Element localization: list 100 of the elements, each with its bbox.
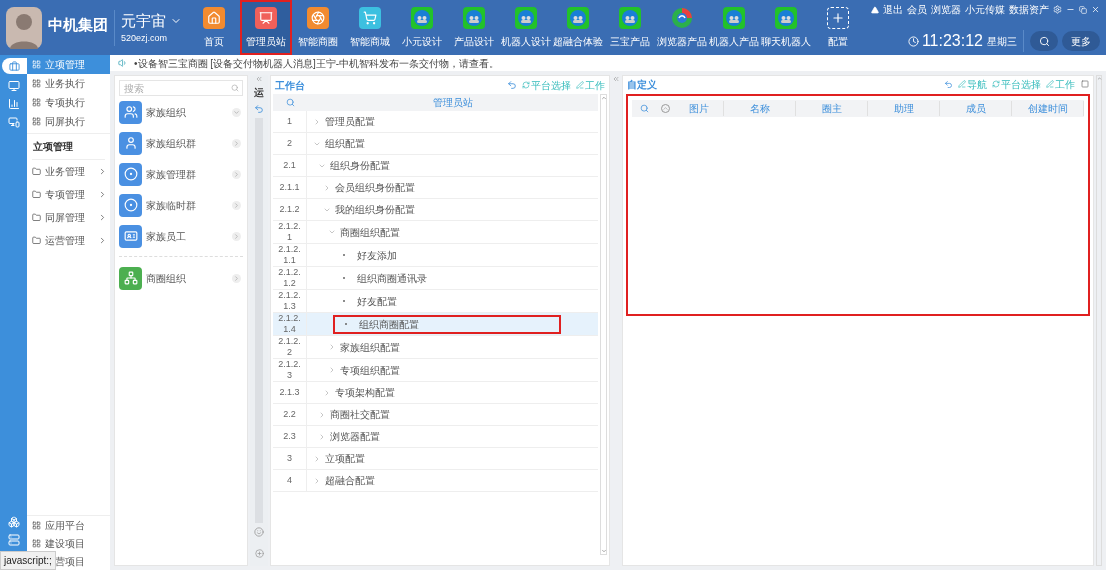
tree-row[interactable]: 2.1 组织身份配置	[273, 155, 598, 177]
settings-icon[interactable]	[1053, 5, 1062, 14]
back-icon[interactable]	[507, 80, 517, 90]
chevron-down-icon[interactable]	[328, 228, 336, 236]
nav-item[interactable]: 产品设计	[448, 0, 500, 55]
chevron-right-icon[interactable]	[313, 476, 321, 485]
tree-row[interactable]: 3 立项配置	[273, 448, 598, 470]
scrollbar[interactable]	[600, 94, 607, 555]
chevron-right-icon[interactable]	[318, 410, 326, 419]
chart-icon[interactable]	[7, 98, 20, 110]
sidebar-group[interactable]: 业务管理	[27, 160, 110, 183]
sidebar-item[interactable]: 应用平台	[27, 516, 110, 534]
tree-row[interactable]: 2.2 商圈社交配置	[273, 404, 598, 426]
sort-icon[interactable]	[660, 104, 670, 113]
briefcase-icon[interactable]	[2, 58, 27, 74]
sidebar-group[interactable]: 专项管理	[27, 183, 110, 206]
tree-row[interactable]: 2.1.1 会员组织身份配置	[273, 177, 598, 199]
tree-row[interactable]: 1 管理员配置	[273, 111, 598, 133]
more-button[interactable]: 更多	[1062, 31, 1100, 51]
top-link[interactable]: 小元传媒	[965, 2, 1005, 17]
org-item[interactable]: 家族员工	[119, 221, 243, 251]
chevron-right-icon[interactable]	[323, 183, 331, 192]
top-link[interactable]: 会员	[907, 2, 927, 17]
nav-item[interactable]: 小元设计	[396, 0, 448, 55]
top-link[interactable]: 数据资产	[1009, 2, 1049, 17]
expand-icon[interactable]	[232, 169, 241, 179]
tree-row[interactable]: 2.1.2.3 专项组织配置	[273, 359, 598, 382]
sidebar-item[interactable]: 同屏执行	[27, 112, 110, 131]
tree-row[interactable]: 2 组织配置	[273, 133, 598, 155]
org-item[interactable]: 商圈组织	[119, 263, 243, 293]
expand-icon[interactable]	[232, 138, 241, 148]
nav-item[interactable]: 三宝产品	[604, 0, 656, 55]
scroll-up-icon[interactable]	[600, 95, 607, 101]
sidebar-heading: 立项管理	[32, 140, 74, 154]
sidebar-group[interactable]: 运营管理	[27, 229, 110, 252]
tree-row[interactable]: 4 超融合配置	[273, 470, 598, 492]
org-item[interactable]: 家族临时群	[119, 190, 243, 220]
chevron-right-icon[interactable]	[318, 432, 326, 441]
nav-item[interactable]: 机器人设计	[500, 0, 552, 55]
tree-row[interactable]: 2.1.2.2 家族组织配置	[273, 336, 598, 359]
expand-icon[interactable]	[232, 231, 241, 241]
chevron-right-icon[interactable]	[328, 343, 336, 351]
chevron-right-icon[interactable]	[313, 117, 321, 126]
expand-icon[interactable]	[232, 200, 241, 210]
nav-item[interactable]: 智能商圈	[292, 0, 344, 55]
brand-name: 中机集团	[48, 15, 108, 35]
nav-item[interactable]: 配置	[812, 0, 864, 55]
close-icon[interactable]	[1091, 5, 1100, 14]
scrollbar[interactable]	[1096, 75, 1102, 566]
monitor-icon[interactable]	[7, 80, 20, 92]
org-item[interactable]: 家族组织	[119, 97, 243, 127]
server-icon[interactable]	[7, 534, 20, 546]
search-icon[interactable]	[639, 104, 649, 113]
search-field[interactable]: 搜索	[119, 80, 243, 96]
expand-icon[interactable]	[232, 107, 241, 117]
back-icon[interactable]	[254, 104, 264, 114]
scroll-up-icon[interactable]	[1096, 76, 1102, 81]
sidebar-item[interactable]: 业务执行	[27, 74, 110, 93]
tree-row[interactable]: 2.1.2.1.1 好友添加	[273, 244, 598, 267]
top-link[interactable]: 浏览器	[931, 2, 961, 17]
tree-row[interactable]: 2.1.2 我的组织身份配置	[273, 199, 598, 221]
tree-row[interactable]: 2.1.2.1.2 组织商圈通讯录	[273, 267, 598, 290]
sidebar-group[interactable]: 同屏管理	[27, 206, 110, 229]
nav-item[interactable]: 浏览器产品	[656, 0, 708, 55]
tree-row[interactable]: 2.1.3 专项架构配置	[273, 382, 598, 404]
boxes-icon[interactable]	[7, 516, 20, 528]
nav-item[interactable]: 机器人产品	[708, 0, 760, 55]
tree-row[interactable]: 2.1.2.1 商圈组织配置	[273, 221, 598, 244]
nav-item[interactable]: 智能商城	[344, 0, 396, 55]
chevron-right-icon[interactable]	[328, 366, 336, 374]
nav-item[interactable]: 聊天机器人	[760, 0, 812, 55]
nav-item[interactable]: 首页	[188, 0, 240, 55]
tree-row[interactable]: 2.1.2.1.4 组织商圈配置	[273, 313, 598, 336]
chevron-right-icon[interactable]	[323, 388, 331, 397]
top-link[interactable]: 退出	[883, 2, 903, 17]
zoom-icon[interactable]	[254, 549, 264, 558]
eject-icon[interactable]	[871, 5, 879, 14]
chevron-right-icon[interactable]	[313, 454, 321, 463]
side-tab[interactable]: 运	[254, 85, 264, 100]
tree-label: 组织商圈通讯录	[357, 271, 427, 286]
search-button[interactable]	[1030, 31, 1058, 51]
sidebar-item[interactable]: 专项执行	[27, 93, 110, 112]
collapse-icon[interactable]	[612, 75, 620, 83]
restore-icon[interactable]	[1079, 5, 1087, 14]
tree-row[interactable]: 2.3 浏览器配置	[273, 426, 598, 448]
smile-icon[interactable]	[254, 527, 264, 537]
maximize-icon[interactable]	[1081, 80, 1089, 88]
org-item[interactable]: 家族组织群	[119, 128, 243, 158]
devices-icon[interactable]	[7, 116, 20, 128]
nav-item[interactable]: 管理员站	[240, 0, 292, 55]
sidebar-item[interactable]: 建设项目	[27, 534, 110, 552]
tree-label: 组织身份配置	[330, 159, 390, 173]
clock-icon	[907, 35, 919, 47]
collapse-icon[interactable]	[255, 75, 263, 83]
expand-icon[interactable]	[232, 273, 241, 283]
nav-item[interactable]: 超融合体验	[552, 0, 604, 55]
back-icon[interactable]	[944, 79, 953, 89]
search-icon[interactable]	[285, 98, 295, 107]
org-item[interactable]: 家族管理群	[119, 159, 243, 189]
scroll-down-icon[interactable]	[600, 548, 607, 554]
